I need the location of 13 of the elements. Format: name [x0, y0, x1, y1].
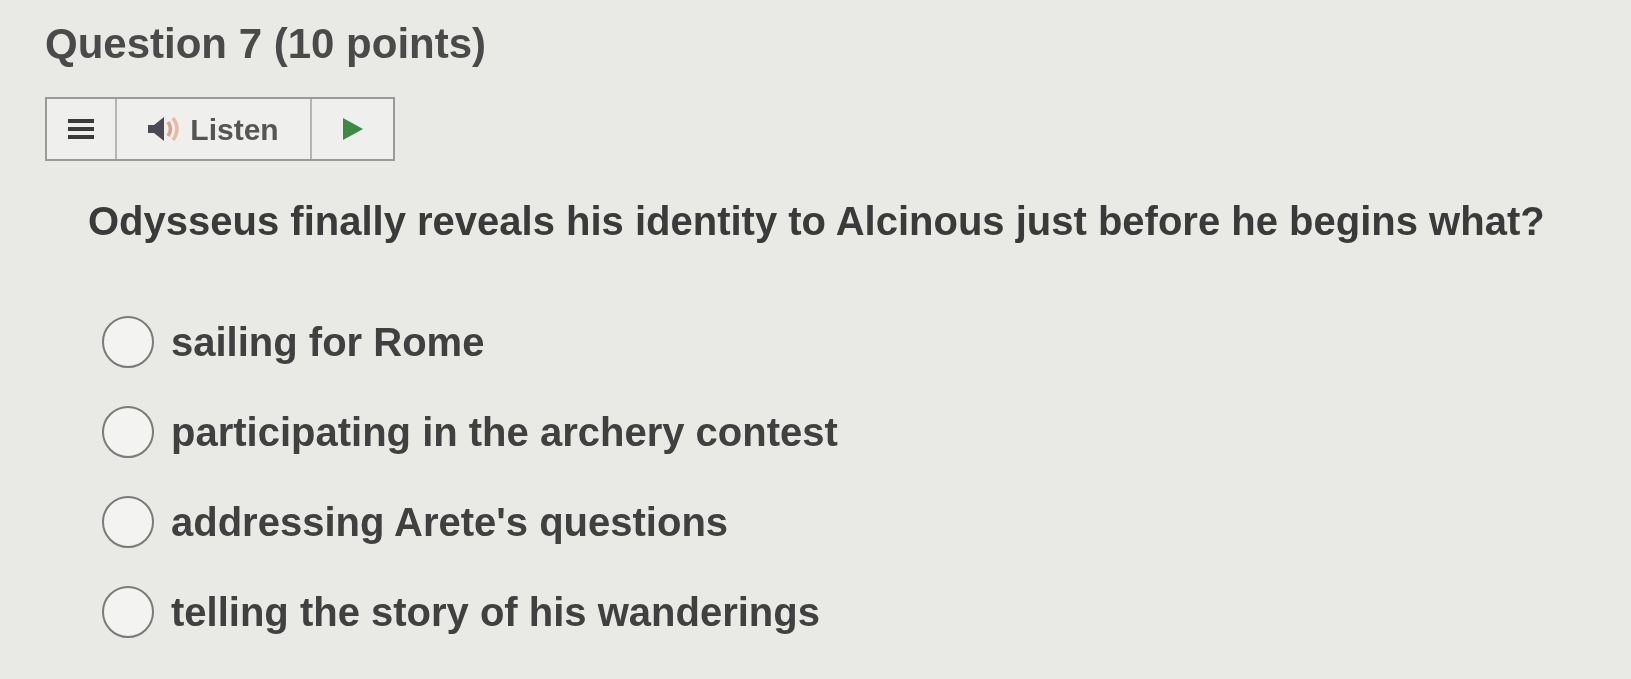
- option-text[interactable]: addressing Arete's questions: [171, 497, 729, 547]
- question-text: Odysseus finally reveals his identity to Alcinous just before he begins what?: [88, 198, 1545, 245]
- radio-button[interactable]: [102, 496, 154, 548]
- radio-button[interactable]: [102, 316, 154, 368]
- option-text[interactable]: sailing for Rome: [171, 317, 485, 367]
- listen-button[interactable]: Listen: [117, 99, 312, 159]
- radio-button[interactable]: [102, 406, 154, 458]
- radio-button[interactable]: [102, 586, 154, 638]
- option-text[interactable]: telling the story of his wanderings: [171, 587, 820, 637]
- option-text[interactable]: participating in the archery contest: [171, 407, 838, 457]
- play-icon: [342, 118, 363, 140]
- question-title: Question 7 (10 points): [45, 19, 487, 69]
- menu-icon: [68, 118, 94, 140]
